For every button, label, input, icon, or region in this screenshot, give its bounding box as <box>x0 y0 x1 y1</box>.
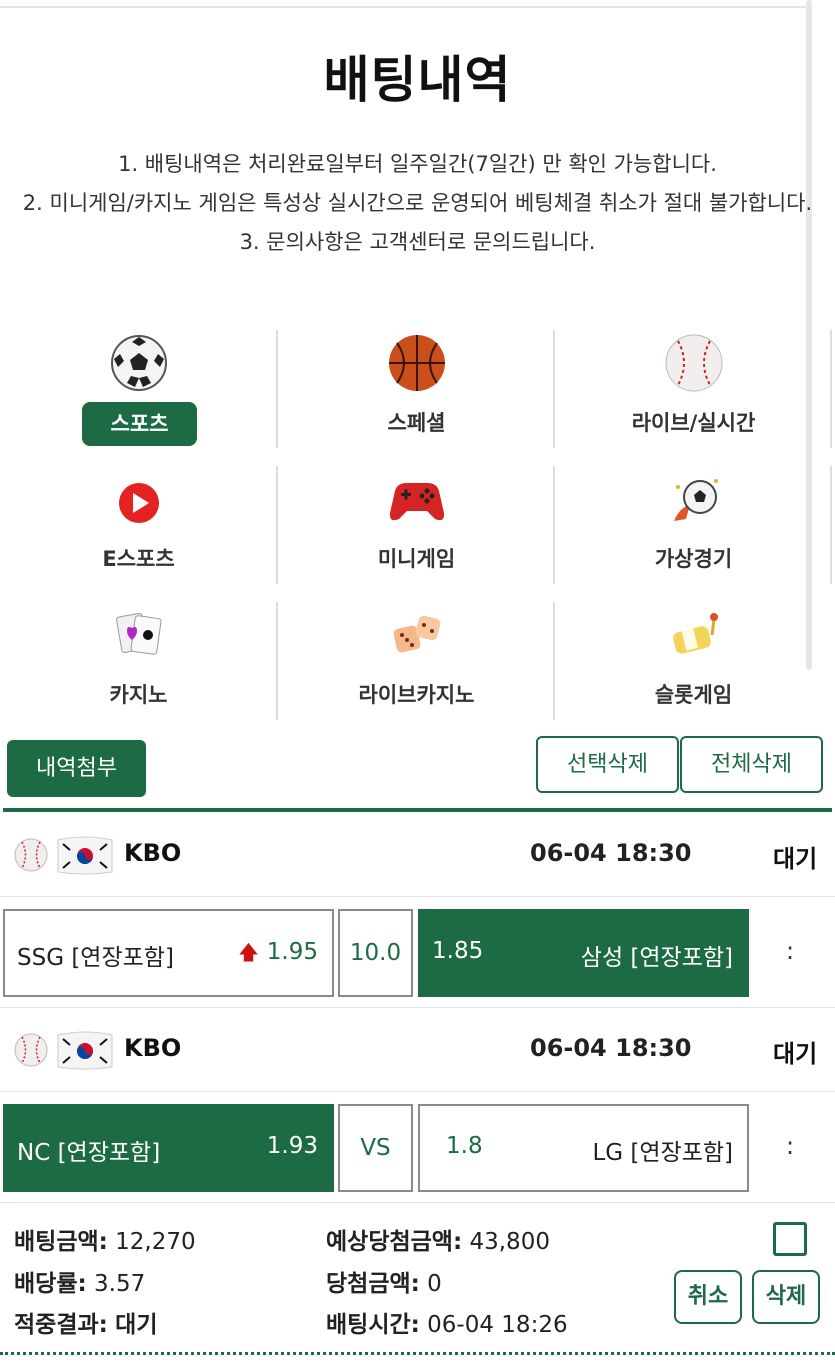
category-label: 스포츠 <box>82 402 197 446</box>
notice-item: 3. 문의사항은 고객센터로 문의드립니다. <box>239 230 596 254</box>
basketball-icon <box>388 335 445 391</box>
odds-value: 1.8 <box>446 1133 483 1159</box>
row-divider <box>0 1202 835 1203</box>
virtual-soccer-icon <box>673 479 718 521</box>
category-live[interactable]: 라이브/실시간 <box>555 325 832 455</box>
select-checkbox[interactable] <box>773 1222 807 1256</box>
dotted-divider <box>0 1352 835 1355</box>
category-label: 카지노 <box>109 683 168 707</box>
bet-amount: 배팅금액: 12,270 <box>14 1229 196 1255</box>
cancel-button[interactable]: 취소 <box>674 1270 742 1324</box>
vs-label: VS <box>338 1104 413 1192</box>
odds-value: 🡅 1.95 <box>238 939 318 965</box>
page-title: 배팅내역 <box>323 51 512 109</box>
category-esports[interactable]: E스포츠 <box>0 461 277 591</box>
category-label: 스페셜 <box>387 411 446 435</box>
more-icon[interactable]: : <box>786 1132 794 1160</box>
category-label: 미니게임 <box>377 547 456 571</box>
slot-icon <box>672 613 718 654</box>
category-slot[interactable]: 슬롯게임 <box>555 597 832 727</box>
divider <box>830 466 832 584</box>
section-divider <box>3 808 832 812</box>
game-header: KBO 06-04 18:30 대기 <box>0 1020 835 1080</box>
win-amount: 당첨금액: 0 <box>326 1271 442 1297</box>
team-name: 삼성 [연장포함] <box>580 945 733 971</box>
game-status: 대기 <box>773 1040 818 1068</box>
top-divider <box>0 6 812 8</box>
game-time: 06-04 18:30 <box>530 839 692 867</box>
notice-item: 1. 배팅내역은 처리완료일부터 일주일간(7일간) 만 확인 가능합니다. <box>118 152 717 176</box>
arrow-up-icon: 🡅 <box>238 940 259 964</box>
soccer-ball-icon <box>110 335 167 391</box>
notice-item: 2. 미니게임/카지노 게임은 특성상 실시간으로 운영되어 베팅체결 취소가 … <box>22 191 813 215</box>
category-special[interactable]: 스페셜 <box>278 325 555 455</box>
team-name: NC [연장포함] <box>17 1140 161 1166</box>
home-team-option[interactable]: SSG [연장포함] 🡅 1.95 <box>3 909 334 997</box>
away-team-option[interactable]: 1.8 LG [연장포함] <box>418 1104 749 1192</box>
handicap-value: 10.0 <box>338 909 413 997</box>
baseball-icon <box>14 838 48 872</box>
attach-history-button[interactable]: 내역첨부 <box>7 740 146 797</box>
baseball-icon <box>665 334 722 392</box>
gamepad-icon <box>389 483 444 521</box>
cards-icon <box>115 612 161 655</box>
category-virtual[interactable]: 가상경기 <box>555 461 832 591</box>
away-team-option[interactable]: 1.85 삼성 [연장포함] <box>418 909 749 997</box>
odds-rate: 배당률: 3.57 <box>14 1271 146 1297</box>
notice-list: 1. 배팅내역은 처리완료일부터 일주일간(7일간) 만 확인 가능합니다. 2… <box>20 145 815 262</box>
delete-all-button[interactable]: 전체삭제 <box>680 736 823 793</box>
baseball-icon <box>14 1033 48 1067</box>
league-name: KBO <box>124 1034 182 1062</box>
bet-time: 배팅시간: 06-04 18:26 <box>326 1312 568 1338</box>
odds-value: 1.85 <box>432 938 484 964</box>
category-minigame[interactable]: 미니게임 <box>278 461 555 591</box>
delete-selected-button[interactable]: 선택삭제 <box>536 736 679 793</box>
category-label: 라이브/실시간 <box>631 411 756 435</box>
more-icon[interactable]: : <box>786 937 794 965</box>
game-time: 06-04 18:30 <box>530 1034 692 1062</box>
dice-icon <box>393 615 440 653</box>
row-divider <box>0 1091 835 1092</box>
category-label: 슬롯게임 <box>654 683 733 707</box>
row-divider <box>0 1007 835 1008</box>
team-name: SSG [연장포함] <box>17 945 174 971</box>
category-casino[interactable]: 카지노 <box>0 597 277 727</box>
play-icon <box>118 483 159 523</box>
category-label: 라이브카지노 <box>358 683 475 707</box>
korea-flag-icon <box>57 836 113 875</box>
game-status: 대기 <box>773 845 818 873</box>
category-live-casino[interactable]: 라이브카지노 <box>278 597 555 727</box>
delete-button[interactable]: 삭제 <box>752 1270 820 1324</box>
home-team-option[interactable]: NC [연장포함] 1.93 <box>3 1104 334 1192</box>
category-label: 가상경기 <box>654 547 733 571</box>
category-label: E스포츠 <box>102 547 175 571</box>
expected-win-amount: 예상당첨금액: 43,800 <box>326 1229 550 1255</box>
game-header: KBO 06-04 18:30 대기 <box>0 825 835 885</box>
odds-value: 1.93 <box>266 1133 318 1159</box>
category-sports[interactable]: 스포츠 <box>0 325 277 455</box>
korea-flag-icon <box>57 1031 113 1070</box>
league-name: KBO <box>124 839 182 867</box>
hit-result: 적중결과: 대기 <box>14 1312 158 1338</box>
row-divider <box>0 896 835 897</box>
team-name: LG [연장포함] <box>592 1140 733 1166</box>
divider <box>830 330 832 448</box>
